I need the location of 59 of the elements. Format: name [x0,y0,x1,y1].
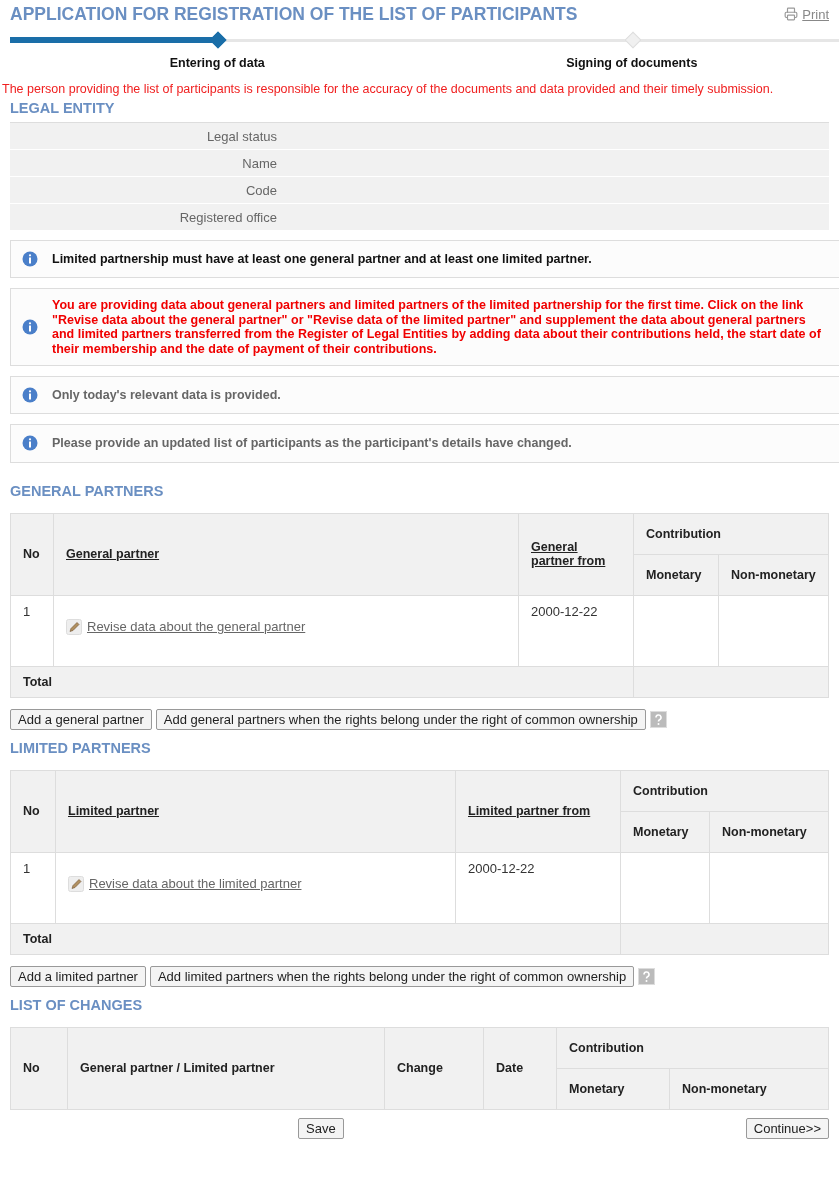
table-header: Non-monetary [709,811,829,853]
table-header[interactable]: Limited partner [55,770,456,853]
table-cell: 1 [10,595,54,667]
add-button[interactable]: Add a limited partner [10,965,146,987]
revise-link[interactable]: Revise data about the general partner [66,618,306,635]
info-icon [22,435,38,452]
table-header: General partner / Limited partner [67,1027,385,1110]
save-button[interactable]: Save [298,1117,344,1139]
message-text: Limited partnership must have at least one general partner and at least one limited partner. [52,251,592,268]
info-icon [22,387,38,404]
field-label: Legal status [205,128,277,144]
section-heading: GENERAL PARTNERS [10,482,165,499]
help-icon[interactable] [638,967,656,985]
table-header: Non-monetary [669,1068,829,1110]
info-icon [22,251,38,268]
table-header: No [10,1027,68,1110]
table-cell: 2000-12-22 [455,852,621,924]
message-text: Only today's relevant data is provided. [52,386,281,404]
step-label: Signing of documents [566,56,698,70]
help-icon[interactable] [649,710,667,728]
field-label: Name [241,155,277,171]
pencil-icon [68,875,84,892]
table-header: Contribution [620,770,829,812]
page-title: APPLICATION FOR REGISTRATION OF THE LIST OF PARTICIPANTS [10,3,578,25]
revise-link[interactable]: Revise data about the limited partner [68,875,302,892]
table-header: Non-monetary [718,554,829,596]
table-header: Monetary [633,554,719,596]
add-button[interactable]: Add general partners when the rights belong under the right of common ownership [155,708,646,730]
table-cell: 1 [10,852,56,924]
print-link[interactable]: Print [784,6,829,22]
section-heading: LIST OF CHANGES [10,996,144,1013]
printer-icon [784,7,799,21]
table-header: No [10,770,56,853]
table-header: Contribution [633,513,829,555]
table-header: Monetary [620,811,710,853]
notice-text: The person providing the list of participants is responsible for the accuracy of the documents and data provided and their timely submission. [2,82,775,96]
table-header: Contribution [556,1027,829,1069]
total-cell: Total [10,666,634,698]
table-header[interactable]: Limited partner from [455,770,621,853]
step-label: Entering of data [169,56,265,70]
table-header: Monetary [556,1068,670,1110]
continue-button[interactable]: Continue>> [745,1117,829,1139]
table-header: Change [384,1027,484,1110]
message-text: You are providing data about general partners and limited partners of the limited partnership for the first time. Click on the link "Revise data about the general partner" or "Revise data of the limited partner" and supplement the data about general partners and limited partners transferred from the Register of Legal Entities by adding data about their contributions held, the start date of their membership and the date of payment of their contributions. [52,297,822,358]
add-button[interactable]: Add a general partner [10,708,152,730]
table-cell: 2000-12-22 [518,595,634,667]
section-heading: LIMITED PARTNERS [10,739,152,756]
field-label: Registered office [178,209,277,225]
table-header[interactable]: General partner [53,513,519,596]
section-heading: LEGAL ENTITY [10,100,116,116]
table-header: Date [483,1027,557,1110]
table-header: No [10,513,54,596]
pencil-icon [66,618,82,635]
total-cell: Total [10,923,621,955]
field-label: Code [244,182,277,198]
table-header[interactable]: General partner from [518,513,634,596]
add-button[interactable]: Add limited partners when the rights belong under the right of common ownership [149,965,635,987]
info-icon [22,319,38,336]
message-text: Please provide an updated list of participants as the participant's details have changed. [52,435,572,453]
